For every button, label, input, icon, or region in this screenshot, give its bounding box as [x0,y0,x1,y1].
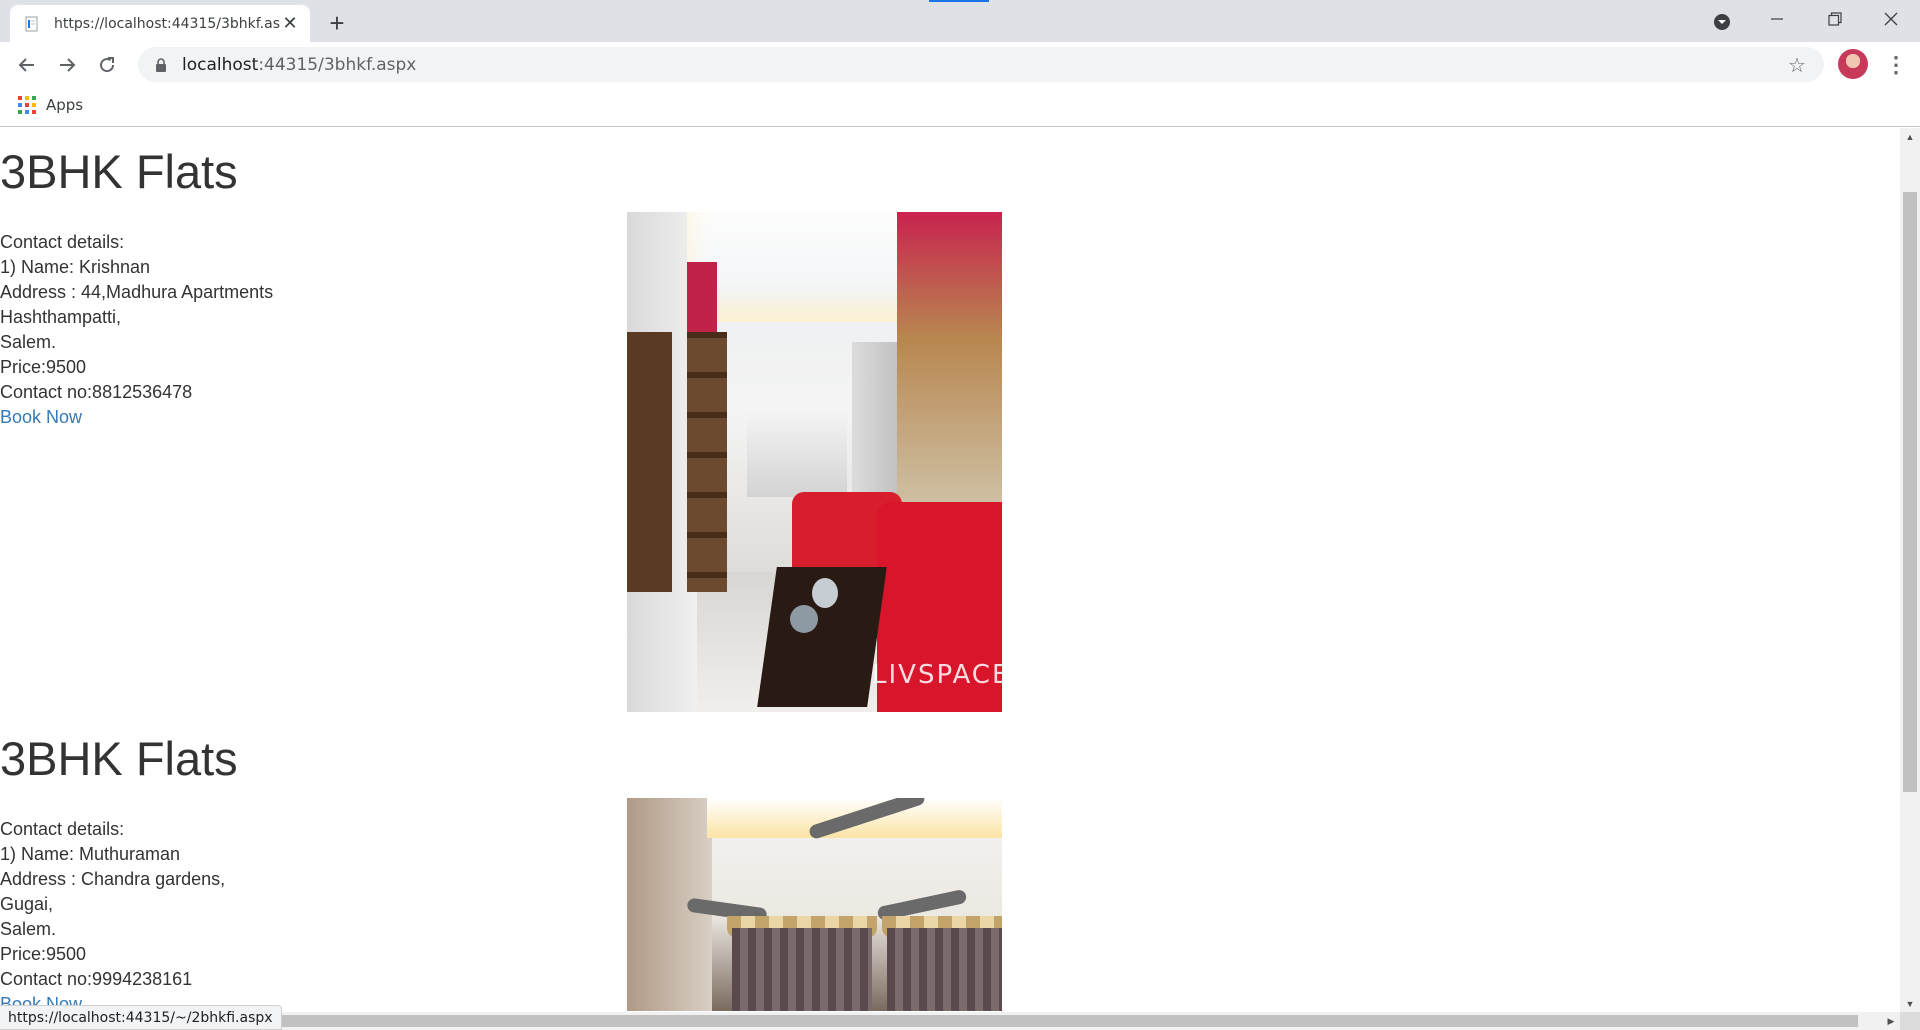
listing-title: 3BHK Flats [0,145,238,198]
horizontal-scrollbar[interactable]: ▶ [0,1012,1900,1030]
price: Price:9500 [0,944,87,964]
bookmarks-bar: Apps [0,87,1920,127]
flat-photo [627,798,1002,1011]
page-icon [24,16,40,32]
scroll-down-icon[interactable]: ▼ [1900,995,1920,1012]
forward-button[interactable] [50,48,84,82]
scroll-up-icon[interactable]: ▲ [1900,128,1920,145]
horizontal-scroll-thumb[interactable] [18,1015,1858,1027]
close-window-button[interactable] [1862,0,1920,38]
city-line: Salem. [0,919,57,939]
lock-icon[interactable] [152,56,170,74]
address-line: Address : 44,Madhura Apartments [0,282,274,302]
vertical-scrollbar[interactable]: ▲ ▼ [1900,128,1920,1012]
minimize-button[interactable] [1748,0,1806,38]
book-now-link[interactable]: Book Now [0,405,273,430]
contact-number: Contact no:8812536478 [0,382,193,402]
new-tab-button[interactable]: + [322,8,352,38]
address-line: Address : Chandra gardens, [0,869,226,889]
scroll-right-icon[interactable]: ▶ [1882,1012,1900,1030]
apps-label: Apps [46,96,84,114]
bookmark-star-icon[interactable]: ☆ [1786,54,1808,77]
browser-menu-icon[interactable]: ⋮ [1882,50,1910,80]
page-viewport: 3BHK Flats Contact details: 1) Name: Kri… [0,128,1900,1012]
apps-grid-icon [18,96,36,114]
listing-title: 3BHK Flats [0,732,238,785]
contact-number: Contact no:9994238161 [0,969,193,989]
tab-title: https://localhost:44315/3bhkf.aspx [54,15,280,32]
browser-tab[interactable]: https://localhost:44315/3bhkf.aspx ✕ [10,5,310,42]
url-text: localhost:44315/3bhkf.aspx [182,55,416,75]
contact-heading: Contact details: [0,232,125,252]
owner-name: 1) Name: Krishnan [0,257,151,277]
browser-toolbar: localhost:44315/3bhkf.aspx ☆ ⋮ [0,42,1920,87]
owner-name: 1) Name: Muthuraman [0,844,181,864]
listing-details: Contact details: 1) Name: Krishnan Addre… [0,230,273,430]
link-status-bar: https://localhost:44315/~/2bhkfi.aspx [0,1005,282,1030]
photo-watermark: LIVSPACE [872,660,1002,690]
apps-shortcut[interactable]: Apps [18,96,83,114]
profile-avatar[interactable] [1838,49,1868,79]
restore-button[interactable] [1806,0,1864,38]
url-path: :44315/3bhkf.aspx [258,54,417,75]
url-host: localhost [182,54,259,75]
price: Price:9500 [0,357,87,377]
contact-heading: Contact details: [0,819,125,839]
listing-details: Contact details: 1) Name: Muthuraman Add… [0,817,225,1012]
address-bar[interactable]: localhost:44315/3bhkf.aspx ☆ [138,47,1824,82]
tab-strip: https://localhost:44315/3bhkf.aspx ✕ + [0,0,1920,42]
area-line: Hashthampatti, [0,307,122,327]
reload-button[interactable] [90,48,124,82]
tab-strip-highlight [929,0,989,2]
back-button[interactable] [10,48,44,82]
flat-photo: LIVSPACE [627,212,1002,712]
area-line: Gugai, [0,894,54,914]
tab-search-icon[interactable] [1710,10,1734,34]
vertical-scroll-thumb[interactable] [1903,192,1917,792]
city-line: Salem. [0,332,57,352]
close-tab-icon[interactable]: ✕ [280,13,300,34]
scrollbar-corner [1900,1012,1920,1030]
